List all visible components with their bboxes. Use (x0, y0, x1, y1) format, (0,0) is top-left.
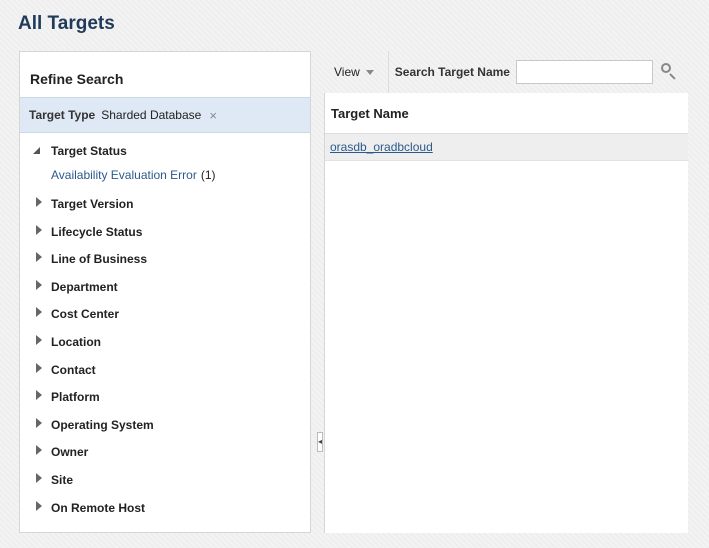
facet-contact[interactable]: Contact (33, 358, 303, 386)
facet-owner[interactable]: Owner (33, 440, 303, 468)
facet-platform[interactable]: Platform (33, 385, 303, 413)
facet-on-remote-host[interactable]: On Remote Host (33, 496, 303, 524)
facet-site[interactable]: Site (33, 468, 303, 496)
facet-location[interactable]: Location (33, 330, 303, 358)
toolbar-separator (387, 51, 389, 93)
facet-option-link[interactable]: Availability Evaluation Error (51, 168, 197, 182)
filter-label: Target Type (29, 108, 96, 122)
table-row[interactable]: orasdb_oradbcloud (325, 134, 688, 161)
facet-label[interactable]: Platform (51, 390, 100, 404)
expand-triangle-icon[interactable] (36, 417, 42, 428)
facet-label[interactable]: Line of Business (51, 252, 147, 266)
remove-filter-icon[interactable]: × (209, 108, 217, 123)
facet-target-version[interactable]: Target Version (33, 192, 303, 220)
expand-triangle-icon[interactable] (36, 279, 42, 290)
facet-list: Target Status Availability Evaluation Er… (33, 144, 303, 523)
expand-triangle-icon[interactable] (36, 224, 42, 235)
expand-triangle-icon[interactable] (36, 390, 42, 401)
active-filter-bar: Target Type Sharded Database × (20, 97, 310, 133)
search-target-name-input[interactable] (515, 60, 653, 84)
facet-target-status[interactable]: Target Status Availability Evaluation Er… (33, 144, 303, 192)
facet-line-of-business[interactable]: Line of Business (33, 247, 303, 275)
chevron-down-icon[interactable] (365, 69, 374, 75)
panel-collapse-splitter[interactable]: ◂ (317, 432, 323, 452)
page-title: All Targets (18, 13, 115, 34)
expand-triangle-icon[interactable] (36, 334, 42, 345)
facet-label[interactable]: On Remote Host (51, 501, 145, 515)
search-icon[interactable] (659, 62, 679, 82)
facet-label[interactable]: Lifecycle Status (51, 225, 142, 239)
view-menu-label[interactable]: View (334, 65, 360, 79)
refine-search-title: Refine Search (30, 71, 124, 87)
facet-label[interactable]: Cost Center (51, 307, 119, 321)
expand-triangle-icon[interactable] (36, 472, 42, 483)
facet-label[interactable]: Department (51, 280, 118, 294)
refine-search-panel: Refine Search Target Type Sharded Databa… (19, 51, 311, 533)
collapse-triangle-icon[interactable] (33, 147, 40, 154)
facet-option-count: (1) (200, 168, 216, 182)
facet-label[interactable]: Contact (51, 363, 96, 377)
expand-triangle-icon[interactable] (36, 445, 42, 456)
facet-department[interactable]: Department (33, 275, 303, 303)
facet-lifecycle-status[interactable]: Lifecycle Status (33, 220, 303, 248)
expand-triangle-icon[interactable] (36, 252, 42, 263)
facet-label[interactable]: Site (51, 473, 73, 487)
facet-target-status-label[interactable]: Target Status (51, 144, 127, 158)
expand-triangle-icon[interactable] (36, 362, 42, 373)
facet-option: Availability Evaluation Error (1) (51, 168, 216, 182)
facet-cost-center[interactable]: Cost Center (33, 302, 303, 330)
search-label: Search Target Name (394, 65, 510, 79)
results-table: Target Name orasdb_oradbcloud (324, 93, 688, 533)
column-header-target-name[interactable]: Target Name (325, 93, 688, 134)
view-menu-button[interactable]: View (334, 65, 374, 79)
facet-label[interactable]: Operating System (51, 418, 154, 432)
search-icon-handle (669, 73, 676, 80)
expand-triangle-icon[interactable] (36, 500, 42, 511)
search-icon-ring (660, 63, 671, 73)
results-toolbar: View Search Target Name (324, 51, 688, 93)
target-name-link[interactable]: orasdb_oradbcloud (330, 140, 433, 154)
facet-operating-system[interactable]: Operating System (33, 413, 303, 441)
facet-label[interactable]: Location (51, 335, 101, 349)
expand-triangle-icon[interactable] (36, 197, 42, 207)
facet-label[interactable]: Target Version (51, 197, 133, 211)
filter-value: Sharded Database (101, 108, 202, 122)
facet-label[interactable]: Owner (51, 445, 88, 459)
expand-triangle-icon[interactable] (36, 307, 42, 318)
